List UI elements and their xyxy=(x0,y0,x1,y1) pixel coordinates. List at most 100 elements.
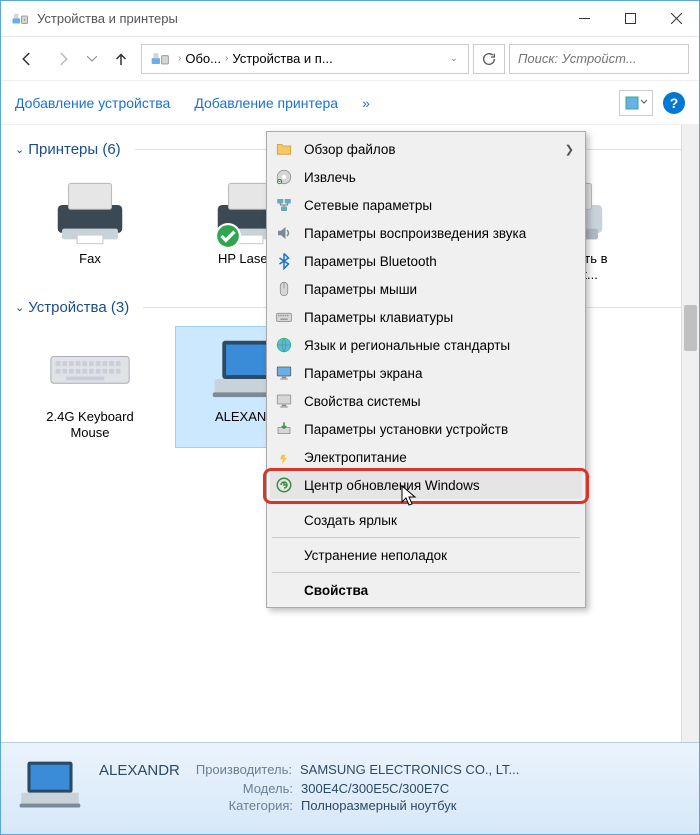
menu-item[interactable]: Свойства xyxy=(270,576,582,604)
titlebar: Устройства и принтеры xyxy=(1,1,699,37)
menu-item-label: Извлечь xyxy=(304,170,574,185)
device-label: Fax xyxy=(79,251,101,267)
menu-item[interactable]: Извлечь xyxy=(270,163,582,191)
install-icon xyxy=(274,419,294,439)
search-field[interactable] xyxy=(510,51,688,66)
system-icon xyxy=(274,391,294,411)
menu-item[interactable]: Электропитание xyxy=(270,443,582,471)
menu-item[interactable]: Устранение неполадок xyxy=(270,541,582,569)
menu-item-label: Свойства xyxy=(304,583,574,598)
menu-item[interactable]: Сетевые параметры xyxy=(270,191,582,219)
menu-item-label: Параметры воспроизведения звука xyxy=(304,226,574,241)
menu-item[interactable]: Параметры клавиатуры xyxy=(270,303,582,331)
menu-item[interactable]: Параметры воспроизведения звука xyxy=(270,219,582,247)
menu-separator xyxy=(272,502,580,503)
chevron-down-icon: ⌄ xyxy=(15,301,24,314)
minimize-button[interactable] xyxy=(561,1,607,37)
chevron-right-icon: ❯ xyxy=(565,143,574,156)
status-value: 300E4C/300E5C/300E7C xyxy=(301,781,449,796)
back-button[interactable] xyxy=(11,43,43,75)
device-item[interactable]: 2.4G Keyboard Mouse xyxy=(15,326,165,449)
section-title: Устройства (3) xyxy=(28,299,129,316)
device-item[interactable]: Fax xyxy=(15,168,165,291)
search-input[interactable] xyxy=(509,44,689,74)
update-icon xyxy=(274,475,294,495)
nav-history-dropdown[interactable] xyxy=(83,56,101,62)
navbar: › Обо... › Устройства и п... ⌄ xyxy=(1,37,699,81)
chevron-down-icon: ⌄ xyxy=(15,143,24,156)
sound-icon xyxy=(274,223,294,243)
menu-item-label: Создать ярлык xyxy=(304,513,574,528)
refresh-button[interactable] xyxy=(473,44,505,74)
power-icon xyxy=(274,447,294,467)
add-device-button[interactable]: Добавление устройства xyxy=(15,95,170,111)
menu-item[interactable]: Свойства системы xyxy=(270,387,582,415)
folder-icon xyxy=(274,139,294,159)
up-button[interactable] xyxy=(105,43,137,75)
menu-item-label: Устранение неполадок xyxy=(304,548,574,563)
mouse-icon xyxy=(274,279,294,299)
status-key: Категория: xyxy=(99,798,293,813)
breadcrumb-item[interactable]: Устройства и п... xyxy=(232,51,332,66)
toolbar-expand-button[interactable]: » xyxy=(362,95,370,111)
menu-item[interactable]: Параметры мыши xyxy=(270,275,582,303)
eject-icon xyxy=(274,167,294,187)
breadcrumb[interactable]: › Обо... › Устройства и п... ⌄ xyxy=(141,44,469,74)
menu-item-label: Сетевые параметры xyxy=(304,198,574,213)
close-button[interactable] xyxy=(653,1,699,37)
help-button[interactable]: ? xyxy=(663,92,685,114)
maximize-button[interactable] xyxy=(607,1,653,37)
menu-item-label: Параметры экрана xyxy=(304,366,574,381)
menu-item-label: Язык и региональные стандарты xyxy=(304,338,574,353)
printer-icon xyxy=(47,175,133,247)
device-label: 2.4G Keyboard Mouse xyxy=(46,409,133,442)
status-device-name: ALEXANDR xyxy=(99,762,180,779)
devices-printers-icon xyxy=(11,10,29,28)
menu-item[interactable]: Обзор файлов ❯ xyxy=(270,135,582,163)
menu-item-label: Центр обновления Windows xyxy=(304,478,574,493)
status-value: SAMSUNG ELECTRONICS CO., LT... xyxy=(300,762,519,779)
status-key: Производитель: xyxy=(196,762,292,779)
context-menu: Обзор файлов ❯ Извлечь Сетевые параметры Пар… xyxy=(266,131,586,608)
window-title: Устройства и принтеры xyxy=(37,11,561,26)
menu-item-label: Свойства системы xyxy=(304,394,574,409)
menu-item[interactable]: Параметры Bluetooth xyxy=(270,247,582,275)
breadcrumb-item[interactable]: Обо... xyxy=(185,51,221,66)
menu-item[interactable]: Центр обновления Windows xyxy=(270,471,582,499)
chevron-right-icon: › xyxy=(178,53,181,64)
keyboard-icon xyxy=(274,307,294,327)
add-printer-button[interactable]: Добавление принтера xyxy=(194,95,338,111)
menu-item[interactable]: Создать ярлык xyxy=(270,506,582,534)
menu-item-label: Параметры мыши xyxy=(304,282,574,297)
menu-separator xyxy=(272,572,580,573)
region-icon xyxy=(274,335,294,355)
status-bar: ALEXANDR Производитель: SAMSUNG ELECTRON… xyxy=(1,742,699,834)
laptop-icon xyxy=(15,757,85,821)
vertical-scrollbar[interactable] xyxy=(681,125,699,742)
breadcrumb-dropdown[interactable]: ⌄ xyxy=(444,53,464,64)
bluetooth-icon xyxy=(274,251,294,271)
menu-item-label: Обзор файлов xyxy=(304,142,555,157)
menu-separator xyxy=(272,537,580,538)
section-title: Принтеры (6) xyxy=(28,141,120,158)
display-icon xyxy=(274,363,294,383)
toolbar: Добавление устройства Добавление принтер… xyxy=(1,81,699,125)
scrollbar-thumb[interactable] xyxy=(684,305,697,351)
chevron-right-icon: › xyxy=(225,53,228,64)
content-area: ⌄ Принтеры (6) Fax HP Laser... Snagit 12 xyxy=(1,125,699,742)
menu-item[interactable]: Параметры экрана xyxy=(270,359,582,387)
network-icon xyxy=(274,195,294,215)
keyboard-icon xyxy=(47,333,133,405)
forward-button[interactable] xyxy=(47,43,79,75)
menu-item-label: Параметры установки устройств xyxy=(304,422,574,437)
menu-item-label: Параметры клавиатуры xyxy=(304,310,574,325)
menu-item[interactable]: Параметры установки устройств xyxy=(270,415,582,443)
menu-item-label: Параметры Bluetooth xyxy=(304,254,574,269)
devices-printers-icon xyxy=(150,49,170,69)
menu-item[interactable]: Язык и региональные стандарты xyxy=(270,331,582,359)
status-key: Модель: xyxy=(99,781,293,796)
view-options-button[interactable] xyxy=(619,90,653,116)
status-info: ALEXANDR Производитель: SAMSUNG ELECTRON… xyxy=(99,762,519,815)
menu-item-label: Электропитание xyxy=(304,450,574,465)
status-value: Полноразмерный ноутбук xyxy=(301,798,456,813)
